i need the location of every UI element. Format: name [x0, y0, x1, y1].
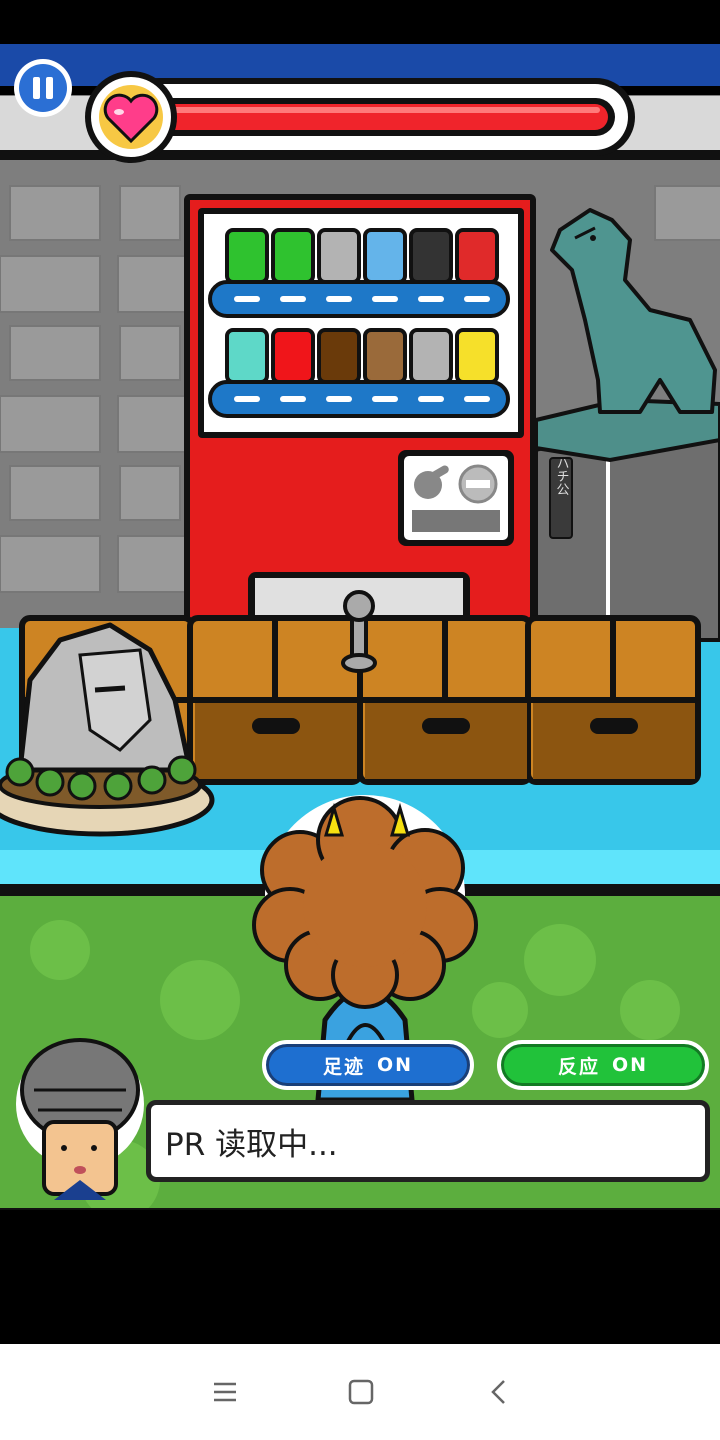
footprint-state: ON	[376, 1054, 414, 1076]
back-icon[interactable]	[480, 1372, 520, 1412]
dialog-box[interactable]: PR 读取中...	[146, 1100, 710, 1182]
status-bar	[0, 0, 720, 44]
home-icon[interactable]	[341, 1372, 381, 1412]
game-scene[interactable]: ハチ公	[0, 44, 720, 1210]
pause-icon	[19, 64, 67, 112]
reaction-state: ON	[611, 1054, 649, 1076]
reaction-label: 反应	[557, 1055, 600, 1078]
statue-plaque: ハチ公	[554, 457, 570, 496]
menu-icon[interactable]	[205, 1372, 245, 1412]
heart-icon	[85, 71, 177, 163]
system-nav-bar	[0, 1344, 720, 1440]
reaction-toggle-button[interactable]: 反应 ON	[497, 1040, 709, 1090]
ad-banner	[40, 1244, 680, 1324]
footprint-toggle-button[interactable]: 足迹 ON	[262, 1040, 474, 1090]
dialog-text: PR 读取中...	[165, 1126, 338, 1163]
pause-button[interactable]	[14, 59, 72, 117]
footprint-label: 足迹	[322, 1055, 365, 1078]
vending-machine	[184, 194, 536, 632]
